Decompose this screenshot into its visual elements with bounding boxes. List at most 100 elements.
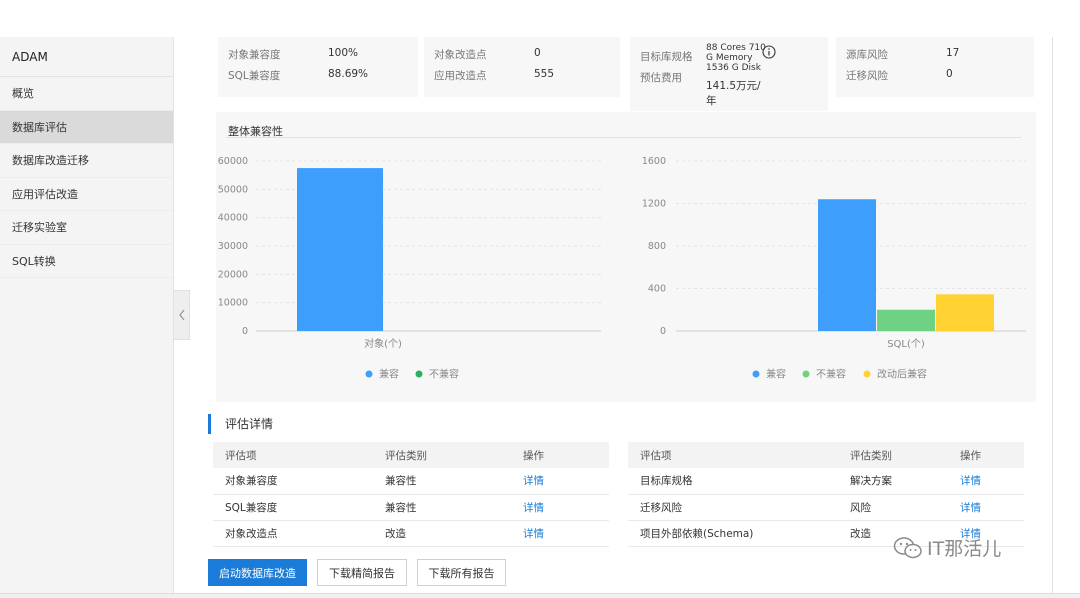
y-tick-label: 1200 bbox=[642, 199, 666, 210]
col-header-category: 评估类别 bbox=[838, 442, 948, 468]
y-tick-label: 20000 bbox=[218, 269, 248, 280]
legend-label[interactable]: 改动后兼容 bbox=[877, 368, 927, 381]
row-category: 解决方案 bbox=[838, 468, 948, 495]
start-migration-button[interactable]: 启动数据库改造 bbox=[208, 559, 307, 586]
table-header-row: 评估项 评估类别 操作 bbox=[213, 442, 609, 468]
legend-label[interactable]: 不兼容 bbox=[816, 368, 846, 381]
sidebar-item-migration-lab[interactable]: 迁移实验室 bbox=[0, 211, 173, 245]
source-risk-label: 源库风险 bbox=[846, 49, 888, 61]
col-header-category: 评估类别 bbox=[373, 442, 511, 468]
row-item: SQL兼容度 bbox=[213, 494, 373, 521]
table-header-row: 评估项 评估类别 操作 bbox=[628, 442, 1024, 468]
content-right-border bbox=[1052, 37, 1053, 593]
download-all-reports-button[interactable]: 下载所有报告 bbox=[417, 559, 506, 586]
obj-compat-label: 对象兼容度 bbox=[228, 49, 281, 61]
y-tick-label: 0 bbox=[242, 326, 248, 337]
row-category: 兼容性 bbox=[373, 494, 511, 521]
bar-2[interactable] bbox=[877, 309, 935, 331]
table-row: SQL兼容度 兼容性 详情 bbox=[213, 494, 609, 521]
legend-marker bbox=[365, 370, 373, 378]
table-row: 对象改造点 改造 详情 bbox=[213, 520, 609, 547]
y-tick-label: 800 bbox=[648, 241, 666, 252]
wechat-icon bbox=[893, 536, 922, 558]
cost-label: 预估费用 bbox=[640, 72, 682, 84]
bar-1[interactable] bbox=[818, 199, 876, 331]
details-title: 评估详情 bbox=[208, 414, 273, 434]
source-risk-value: 17 bbox=[946, 47, 960, 59]
legend-marker bbox=[802, 370, 810, 378]
migration-risk-value: 0 bbox=[946, 68, 953, 80]
app-change-value: 555 bbox=[534, 68, 555, 80]
y-tick-label: 400 bbox=[648, 284, 666, 295]
y-tick-label: 10000 bbox=[218, 298, 248, 309]
row-category: 风险 bbox=[838, 494, 948, 521]
target-spec-value: 88 Cores 710 G Memory 1536 G Disk bbox=[706, 43, 766, 73]
sidebar-item-db-migration[interactable]: 数据库改造迁移 bbox=[0, 144, 173, 178]
y-tick-label: 1600 bbox=[642, 156, 666, 167]
sidebar-item-app-assessment[interactable]: 应用评估改造 bbox=[0, 178, 173, 211]
top-band bbox=[0, 0, 1080, 37]
summary-card-risk: 源库风险 17 迁移风险 0 bbox=[836, 37, 1034, 97]
legend-marker bbox=[752, 370, 760, 378]
col-header-item: 评估项 bbox=[628, 442, 838, 468]
object-compat-chart: 0 10000 20000 30000 40000 50000 60000 对象(个) 兼容 不兼… bbox=[218, 156, 601, 381]
y-tick-label: 40000 bbox=[218, 213, 248, 224]
sidebar-item-db-assessment[interactable]: 数据库评估 bbox=[0, 110, 173, 144]
x-axis-label: 对象(个) bbox=[364, 337, 402, 350]
sidebar-item-overview[interactable]: 概览 bbox=[0, 77, 173, 111]
detail-link[interactable]: 详情 bbox=[948, 494, 1024, 521]
sidebar-item-sql-convert[interactable]: SQL转换 bbox=[0, 245, 173, 278]
details-table-right: 评估项 评估类别 操作 目标库规格 解决方案 详情 迁移风险 风险 详情 项目外… bbox=[628, 442, 1024, 547]
y-tick-label: 0 bbox=[660, 326, 666, 337]
legend-label[interactable]: 兼容 bbox=[766, 368, 786, 381]
bar-1[interactable] bbox=[297, 168, 383, 331]
table-row: 对象兼容度 兼容性 详情 bbox=[213, 468, 609, 495]
legend-label[interactable]: 兼容 bbox=[379, 368, 399, 381]
target-spec-label: 目标库规格 bbox=[640, 51, 693, 63]
obj-compat-value: 100% bbox=[328, 47, 359, 59]
detail-link[interactable]: 详情 bbox=[511, 520, 609, 547]
legend-label[interactable]: 不兼容 bbox=[429, 368, 459, 381]
y-tick-label: 60000 bbox=[218, 156, 248, 167]
sql-compat-label: SQL兼容度 bbox=[228, 70, 281, 82]
panel-divider bbox=[226, 137, 1021, 138]
detail-link[interactable]: 详情 bbox=[948, 468, 1024, 495]
table-row: 迁移风险 风险 详情 bbox=[628, 494, 1024, 521]
sidebar-collapse-handle[interactable] bbox=[174, 290, 190, 340]
watermark-text: IT那活儿 bbox=[927, 538, 1002, 560]
details-table-left: 评估项 评估类别 操作 对象兼容度 兼容性 详情 SQL兼容度 兼容性 详情 对… bbox=[213, 442, 609, 547]
col-header-action: 操作 bbox=[948, 442, 1024, 468]
y-tick-label: 30000 bbox=[218, 241, 248, 252]
sql-compat-chart: 0 400 800 1200 1600 SQL(个) 兼容 不兼容 改动后兼容 bbox=[642, 156, 1026, 381]
x-axis-label: SQL(个) bbox=[887, 338, 925, 350]
migration-risk-label: 迁移风险 bbox=[846, 70, 888, 82]
y-tick-label: 50000 bbox=[218, 184, 248, 195]
info-icon[interactable] bbox=[762, 45, 776, 59]
app-change-label: 应用改造点 bbox=[434, 70, 487, 82]
sidebar-title: ADAM bbox=[0, 37, 173, 77]
sidebar: ADAM 概览 数据库评估 数据库改造迁移 应用评估改造 迁移实验室 SQL转换 bbox=[0, 37, 174, 593]
detail-link[interactable]: 详情 bbox=[511, 494, 609, 521]
col-header-item: 评估项 bbox=[213, 442, 373, 468]
chevron-left-icon bbox=[178, 309, 185, 321]
row-category: 改造 bbox=[373, 520, 511, 547]
col-header-action: 操作 bbox=[511, 442, 609, 468]
obj-change-label: 对象改造点 bbox=[434, 49, 487, 61]
row-item: 项目外部依赖(Schema) bbox=[628, 520, 838, 547]
sql-compat-value: 88.69% bbox=[328, 68, 369, 80]
summary-card-changes: 对象改造点 0 应用改造点 555 bbox=[424, 37, 620, 97]
detail-link[interactable]: 详情 bbox=[511, 468, 609, 495]
download-brief-report-button[interactable]: 下载精简报告 bbox=[317, 559, 407, 586]
summary-card-compat: 对象兼容度 100% SQL兼容度 88.69% bbox=[218, 37, 418, 97]
row-item: 目标库规格 bbox=[628, 468, 838, 495]
cost-value: 141.5万元/ 年 bbox=[706, 80, 761, 107]
obj-change-value: 0 bbox=[534, 47, 541, 59]
bottom-border bbox=[0, 593, 1080, 598]
row-category: 兼容性 bbox=[373, 468, 511, 495]
summary-card-target: 目标库规格 88 Cores 710 G Memory 1536 G Disk … bbox=[630, 37, 828, 111]
table-row: 目标库规格 解决方案 详情 bbox=[628, 468, 1024, 495]
compat-chart-panel: 整体兼容性 0 10000 20000 30000 40000 50000 60000 对象(… bbox=[216, 112, 1036, 402]
bar-3[interactable] bbox=[936, 294, 994, 331]
legend-marker bbox=[863, 370, 871, 378]
legend-marker bbox=[415, 370, 423, 378]
